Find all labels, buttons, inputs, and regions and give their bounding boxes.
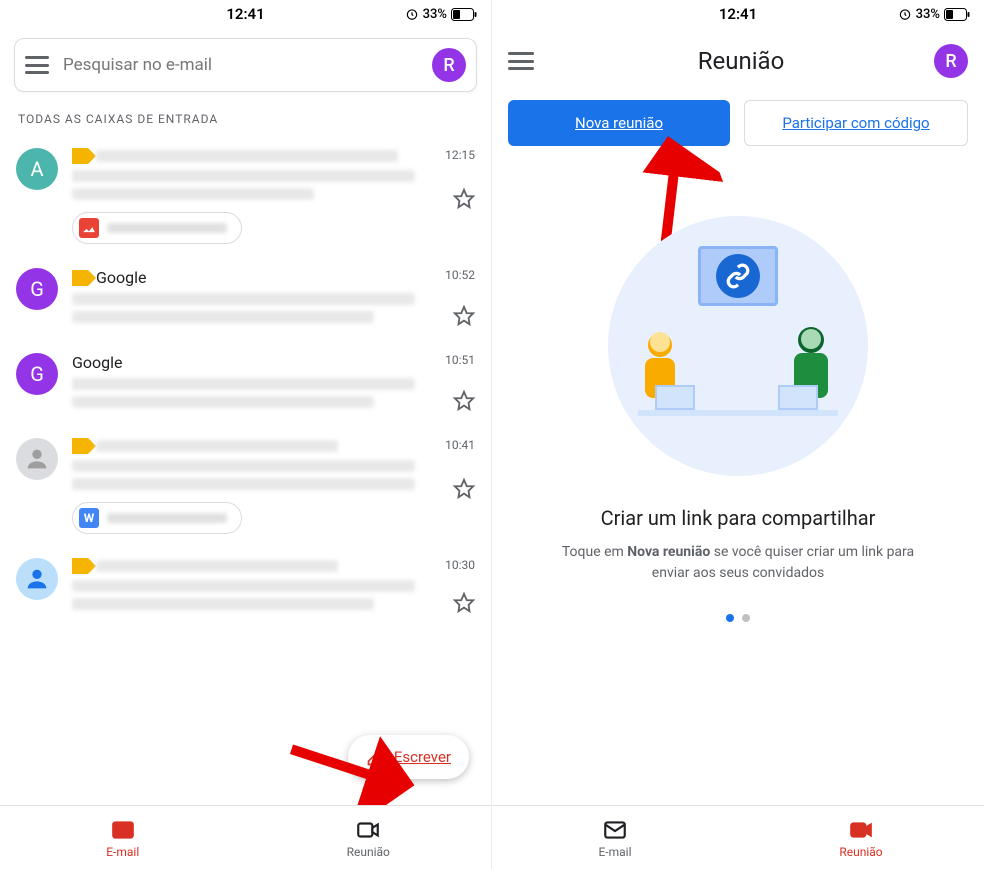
search-bar[interactable]: Pesquisar no e-mail R	[14, 38, 477, 92]
email-item[interactable]: G Google 10:51	[0, 343, 491, 428]
email-time: 12:15	[445, 148, 475, 162]
avatar-button[interactable]: R	[934, 44, 968, 78]
nav-meet[interactable]: Reunião	[738, 806, 984, 869]
star-icon[interactable]	[453, 592, 475, 618]
battery-percent: 33%	[916, 7, 940, 22]
star-icon[interactable]	[453, 478, 475, 504]
star-icon[interactable]	[453, 305, 475, 331]
email-sender: Google	[72, 353, 123, 372]
battery-icon	[451, 8, 477, 21]
mail-icon	[602, 817, 628, 843]
email-sender: Google	[96, 268, 147, 287]
carousel-dots[interactable]	[726, 614, 750, 622]
status-time: 12:41	[226, 5, 264, 23]
image-icon	[79, 218, 99, 238]
promo-title: Criar um link para compartilhar	[601, 506, 876, 530]
email-avatar	[16, 438, 58, 480]
battery-percent: 33%	[423, 7, 447, 22]
page-title: Reunião	[548, 47, 934, 75]
avatar-button[interactable]: R	[432, 48, 466, 82]
nav-email-label: E-mail	[106, 845, 139, 859]
promo-area: Criar um link para compartilhar Toque em…	[492, 156, 984, 642]
attachment-chip[interactable]	[72, 212, 242, 244]
phone-left: 12:41 33% Pesquisar no e-mail R TODAS AS…	[0, 0, 492, 869]
dot[interactable]	[726, 614, 734, 622]
pencil-icon	[366, 747, 386, 767]
status-time: 12:41	[719, 5, 757, 23]
email-avatar: A	[16, 148, 58, 190]
video-icon	[355, 817, 381, 843]
video-icon	[848, 817, 874, 843]
email-time: 10:52	[445, 268, 475, 282]
nav-meet-label: Reunião	[347, 845, 390, 859]
header: Reunião R	[492, 28, 984, 88]
nav-email[interactable]: E-mail	[492, 806, 738, 869]
link-icon	[725, 263, 751, 289]
alarm-icon	[898, 7, 912, 21]
email-avatar: G	[16, 268, 58, 310]
nav-meet[interactable]: Reunião	[246, 806, 492, 869]
email-item[interactable]: 10:41 W	[0, 428, 491, 548]
email-time: 10:30	[445, 558, 475, 572]
join-code-button[interactable]: Participar com código	[744, 100, 968, 146]
email-item[interactable]: G Google 10:52	[0, 258, 491, 343]
email-avatar: G	[16, 353, 58, 395]
email-item[interactable]: A 12:15	[0, 138, 491, 258]
attachment-chip[interactable]: W	[72, 502, 242, 534]
status-bar: 12:41 33%	[492, 0, 984, 28]
fab-label: Escrever	[394, 748, 451, 766]
phone-right: 12:41 33% Reunião R Nova reunião Partici…	[492, 0, 984, 869]
new-meeting-button[interactable]: Nova reunião	[508, 100, 730, 146]
hamburger-icon[interactable]	[25, 56, 49, 74]
nav-meet-label: Reunião	[839, 845, 882, 859]
battery-icon	[944, 8, 970, 21]
compose-fab[interactable]: Escrever	[348, 735, 469, 779]
button-row: Nova reunião Participar com código	[492, 88, 984, 156]
mail-icon	[110, 817, 136, 843]
promo-text: Toque em Nova reunião se você quiser cri…	[522, 542, 954, 584]
section-label: TODAS AS CAIXAS DE ENTRADA	[0, 104, 491, 138]
dot[interactable]	[742, 614, 750, 622]
important-icon	[72, 558, 88, 574]
email-avatar	[16, 558, 58, 600]
alarm-icon	[405, 7, 419, 21]
important-icon	[72, 148, 88, 164]
email-list: A 12:15 G Google	[0, 138, 491, 630]
status-right: 33%	[405, 7, 477, 22]
important-icon	[72, 438, 88, 454]
nav-email-label: E-mail	[598, 845, 631, 859]
status-right: 33%	[898, 7, 970, 22]
word-icon: W	[79, 508, 99, 528]
nav-email[interactable]: E-mail	[0, 806, 246, 869]
star-icon[interactable]	[453, 390, 475, 416]
star-icon[interactable]	[453, 188, 475, 214]
email-time: 10:41	[445, 438, 475, 452]
email-item[interactable]: 10:30	[0, 548, 491, 630]
hamburger-icon[interactable]	[508, 52, 534, 70]
email-time: 10:51	[445, 353, 475, 367]
important-icon	[72, 270, 88, 286]
bottom-nav: E-mail Reunião	[492, 805, 984, 869]
illustration	[608, 216, 868, 476]
status-bar: 12:41 33%	[0, 0, 491, 28]
bottom-nav: E-mail Reunião	[0, 805, 491, 869]
search-placeholder: Pesquisar no e-mail	[63, 55, 432, 75]
